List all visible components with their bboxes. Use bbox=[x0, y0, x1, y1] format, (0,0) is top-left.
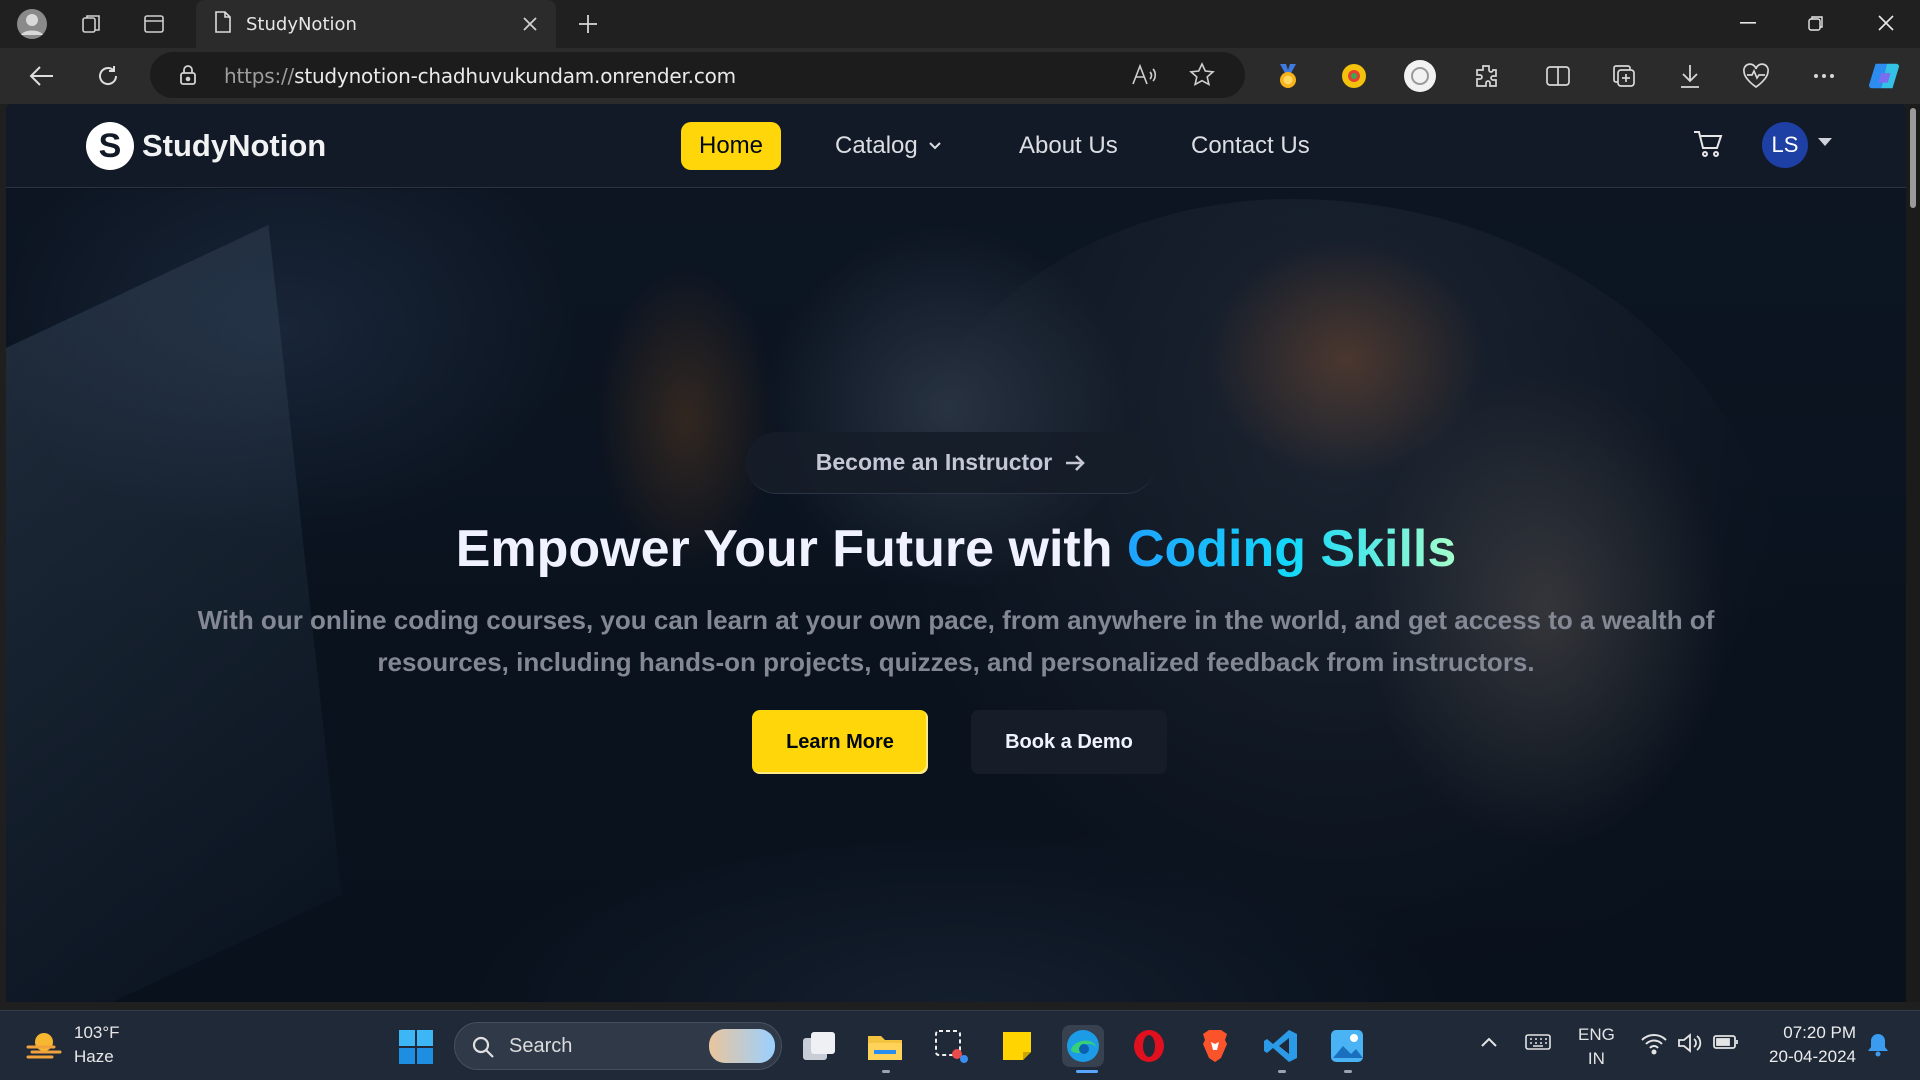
learn-more-button[interactable]: Learn More bbox=[752, 710, 928, 774]
collections-icon[interactable] bbox=[1608, 60, 1640, 92]
color-extension-icon[interactable] bbox=[1338, 60, 1370, 92]
lock-icon[interactable] bbox=[174, 61, 202, 89]
language-code: ENG bbox=[1578, 1025, 1615, 1044]
logo-mark: S bbox=[86, 122, 134, 170]
profile-icon[interactable] bbox=[14, 6, 50, 42]
browser-essentials-icon[interactable] bbox=[1740, 60, 1772, 92]
restore-icon[interactable] bbox=[1782, 0, 1850, 46]
edge-browser-icon[interactable] bbox=[1062, 1025, 1104, 1067]
show-hidden-icons-chevron-up-icon[interactable] bbox=[1478, 1031, 1506, 1059]
search-highlight-icon bbox=[709, 1029, 775, 1063]
taskbar-clock[interactable]: 07:20 PM 20-04-2024 bbox=[1760, 1021, 1856, 1069]
search-icon bbox=[471, 1035, 495, 1059]
volume-icon[interactable] bbox=[1676, 1031, 1704, 1059]
profile-dropdown-icon[interactable] bbox=[1818, 138, 1832, 146]
weather-description: Haze bbox=[74, 1047, 114, 1066]
notifications-bell-icon[interactable] bbox=[1866, 1031, 1894, 1059]
vscode-icon[interactable] bbox=[1260, 1025, 1302, 1067]
page-scrollbar[interactable] bbox=[1906, 104, 1920, 1002]
new-tab-icon[interactable] bbox=[570, 6, 606, 42]
sticky-notes-icon[interactable] bbox=[996, 1025, 1038, 1067]
file-explorer-running-indicator bbox=[882, 1070, 890, 1073]
nav-catalog-link[interactable]: Catalog bbox=[835, 122, 942, 170]
windows-taskbar: 103°F Haze Search ENG IN 07:20 PM 20-04-… bbox=[0, 1010, 1920, 1080]
page-icon bbox=[214, 10, 232, 38]
vscode-running-indicator bbox=[1278, 1070, 1286, 1073]
keyboard-icon[interactable] bbox=[1524, 1031, 1552, 1059]
photos-running-indicator bbox=[1344, 1070, 1352, 1073]
opera-browser-icon[interactable] bbox=[1128, 1025, 1170, 1067]
back-icon[interactable] bbox=[24, 58, 60, 94]
url-text[interactable]: https://studynotion-chadhuvukundam.onren… bbox=[224, 64, 736, 88]
extensions-icon[interactable] bbox=[1470, 60, 1502, 92]
site-navbar: S StudyNotion Home Catalog About Us Cont… bbox=[6, 104, 1906, 188]
nav-catalog-label: Catalog bbox=[835, 132, 918, 159]
openai-extension-icon[interactable] bbox=[1404, 60, 1436, 92]
hero-heading-highlight: Coding Skills bbox=[1126, 520, 1457, 578]
hero-overlay bbox=[6, 189, 1906, 1002]
become-instructor-button[interactable]: Become an Instructor bbox=[746, 432, 1156, 494]
read-aloud-icon[interactable] bbox=[1130, 61, 1158, 89]
clock-date: 20-04-2024 bbox=[1769, 1047, 1856, 1066]
tab-title: StudyNotion bbox=[246, 13, 357, 35]
web-page: S StudyNotion Home Catalog About Us Cont… bbox=[6, 104, 1906, 1002]
brave-browser-icon[interactable] bbox=[1194, 1025, 1236, 1067]
edge-active-indicator bbox=[1076, 1070, 1098, 1073]
vertical-tabs-icon[interactable] bbox=[136, 6, 172, 42]
become-instructor-label: Become an Instructor bbox=[815, 449, 1053, 475]
photos-icon[interactable] bbox=[1326, 1025, 1368, 1067]
more-options-icon[interactable] bbox=[1808, 60, 1840, 92]
chevron-down-icon bbox=[928, 141, 942, 151]
url-protocol: https:// bbox=[224, 64, 295, 88]
scrollbar-thumb[interactable] bbox=[1910, 108, 1916, 208]
language-indicator[interactable]: ENG IN bbox=[1578, 1023, 1615, 1071]
favorite-star-icon[interactable] bbox=[1188, 61, 1216, 89]
address-bar[interactable]: https://studynotion-chadhuvukundam.onren… bbox=[150, 52, 1245, 98]
haze-weather-icon bbox=[24, 1025, 64, 1065]
cart-icon[interactable] bbox=[1692, 128, 1728, 164]
task-view-icon[interactable] bbox=[798, 1025, 840, 1067]
address-toolbar: https://studynotion-chadhuvukundam.onren… bbox=[0, 48, 1920, 104]
user-avatar[interactable]: LS bbox=[1762, 122, 1808, 168]
file-explorer-icon[interactable] bbox=[864, 1025, 906, 1067]
downloads-icon[interactable] bbox=[1674, 60, 1706, 92]
copilot-icon[interactable] bbox=[1868, 60, 1900, 92]
logo-text: StudyNotion bbox=[142, 128, 327, 163]
nav-contact-link[interactable]: Contact Us bbox=[1191, 122, 1310, 170]
hero-heading-plain: Empower Your Future with bbox=[455, 520, 1127, 578]
clock-time: 07:20 PM bbox=[1783, 1023, 1856, 1042]
site-logo[interactable]: S StudyNotion bbox=[86, 122, 326, 170]
arrow-right-icon bbox=[1064, 452, 1086, 474]
refresh-icon[interactable] bbox=[90, 58, 126, 94]
url-host: studynotion-chadhuvukundam.onrender.com bbox=[294, 64, 736, 88]
language-region: IN bbox=[1587, 1049, 1605, 1068]
snipping-tool-icon[interactable] bbox=[930, 1025, 972, 1067]
workspaces-icon[interactable] bbox=[74, 6, 110, 42]
nav-home-link[interactable]: Home bbox=[681, 122, 781, 170]
close-window-icon[interactable] bbox=[1852, 0, 1920, 46]
weather-widget[interactable]: 103°F Haze bbox=[24, 1021, 120, 1069]
active-tab[interactable]: StudyNotion bbox=[196, 0, 556, 48]
wifi-icon[interactable] bbox=[1640, 1031, 1668, 1059]
battery-icon[interactable] bbox=[1712, 1031, 1740, 1059]
rewards-extension-icon[interactable] bbox=[1272, 60, 1304, 92]
taskbar-search[interactable]: Search bbox=[454, 1022, 782, 1070]
browser-tab-bar: StudyNotion bbox=[0, 0, 1920, 48]
windows-start-icon[interactable] bbox=[398, 1029, 434, 1065]
search-placeholder: Search bbox=[509, 1035, 573, 1057]
split-screen-icon[interactable] bbox=[1542, 60, 1574, 92]
hero-heading: Empower Your Future with Coding Skills bbox=[6, 519, 1906, 579]
nav-about-link[interactable]: About Us bbox=[1019, 122, 1118, 170]
hero-description: With our online coding courses, you can … bbox=[197, 605, 1715, 677]
weather-temperature: 103°F bbox=[74, 1023, 120, 1042]
book-demo-button[interactable]: Book a Demo bbox=[971, 710, 1167, 774]
close-tab-icon[interactable] bbox=[518, 12, 542, 36]
minimize-icon[interactable] bbox=[1714, 0, 1782, 46]
hero-section: Become an Instructor Empower Your Future… bbox=[6, 189, 1906, 1002]
